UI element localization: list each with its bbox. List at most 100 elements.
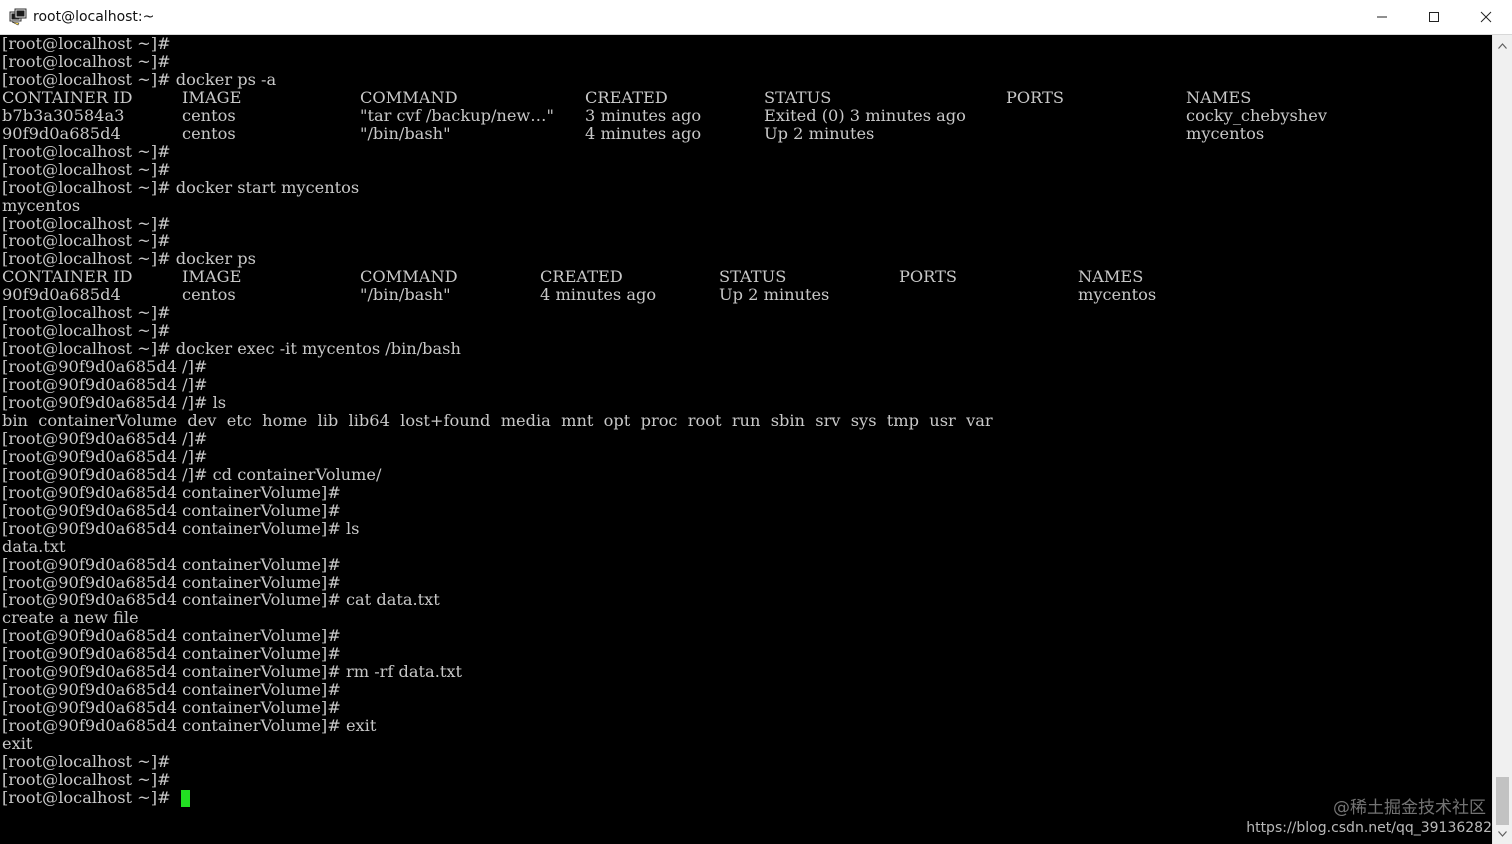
table-cell: STATUS bbox=[764, 87, 832, 107]
title-bar[interactable]: root@localhost:~ bbox=[0, 0, 1512, 35]
table-cell: Exited (0) 3 minutes ago bbox=[764, 105, 966, 125]
terminal-line: mycentos bbox=[2, 195, 1482, 215]
line-text: create a new file bbox=[2, 608, 139, 628]
terminal-line: [root@localhost ~]# bbox=[2, 753, 1482, 771]
line-text: [root@localhost ~]# bbox=[2, 231, 171, 251]
line-text: [root@90f9d0a685d4 containerVolume]# bbox=[2, 482, 341, 502]
window-title: root@localhost:~ bbox=[33, 8, 155, 25]
terminal-line: [root@90f9d0a685d4 /]# bbox=[2, 446, 1482, 466]
line-text: [root@90f9d0a685d4 /]# bbox=[2, 428, 208, 448]
table-cell: "tar cvf /backup/new…" bbox=[360, 105, 554, 125]
terminal-line: [root@localhost ~]# bbox=[2, 232, 1482, 250]
minimize-button[interactable] bbox=[1356, 0, 1408, 34]
table-cell: "/bin/bash" bbox=[360, 123, 451, 143]
line-text: [root@90f9d0a685d4 containerVolume]# cat… bbox=[2, 590, 440, 610]
line-text: [root@localhost ~]# bbox=[2, 769, 171, 789]
table-cell: CREATED bbox=[585, 87, 668, 107]
table-cell: IMAGE bbox=[182, 87, 242, 107]
terminal-line: [root@90f9d0a685d4 containerVolume]# bbox=[2, 645, 1482, 663]
line-text: [root@90f9d0a685d4 containerVolume]# bbox=[2, 680, 341, 700]
table-cell: b7b3a30584a3 bbox=[2, 105, 125, 125]
terminal-line: bin containerVolume dev etc home lib lib… bbox=[2, 410, 1482, 430]
terminal-line: 90f9d0a685d4 centos "/bin/bash" 4 minutes a… bbox=[2, 286, 1482, 304]
terminal-line: data.txt bbox=[2, 537, 1482, 556]
terminal-line: CONTAINER ID IMAGE COMMAND CREATED STATUS POR… bbox=[2, 268, 1482, 286]
terminal-line: [root@90f9d0a685d4 containerVolume]# bbox=[2, 681, 1482, 699]
line-text: [root@90f9d0a685d4 containerVolume]# rm … bbox=[2, 662, 462, 682]
table-cell: CREATED bbox=[540, 267, 623, 287]
line-text: [root@90f9d0a685d4 /]# bbox=[2, 446, 208, 466]
terminal-line: [root@90f9d0a685d4 /]# bbox=[2, 358, 1482, 376]
table-cell: 90f9d0a685d4 bbox=[2, 285, 121, 305]
terminal-line: [root@localhost ~]# docker ps -a bbox=[2, 70, 1482, 89]
vertical-scrollbar[interactable] bbox=[1492, 35, 1512, 844]
close-button[interactable] bbox=[1460, 0, 1512, 34]
table-cell: mycentos bbox=[1186, 123, 1265, 143]
table-cell: centos bbox=[182, 123, 236, 143]
line-text: exit bbox=[2, 734, 33, 754]
terminal-line: [root@localhost ~]# docker ps bbox=[2, 250, 1482, 268]
terminal-line: [root@localhost ~]# bbox=[2, 769, 1482, 789]
terminal-line: [root@localhost ~]# bbox=[2, 51, 1482, 71]
table-cell: 90f9d0a685d4 bbox=[2, 123, 121, 143]
line-text: [root@90f9d0a685d4 /]# bbox=[2, 357, 208, 377]
table-cell: Up 2 minutes bbox=[764, 123, 875, 143]
line-text: mycentos bbox=[2, 195, 81, 215]
table-cell: mycentos bbox=[1078, 285, 1157, 305]
table-cell: COMMAND bbox=[360, 267, 458, 287]
table-cell: cocky_chebyshev bbox=[1186, 105, 1327, 125]
line-text: [root@localhost ~]# bbox=[2, 787, 176, 807]
scroll-down-arrow-icon[interactable] bbox=[1493, 825, 1512, 842]
terminal-line: [root@localhost ~]# bbox=[2, 787, 1482, 807]
terminal-line: [root@90f9d0a685d4 containerVolume]# bbox=[2, 501, 1482, 520]
line-text: [root@90f9d0a685d4 containerVolume]# bbox=[2, 572, 341, 592]
terminal-line: [root@localhost ~]# bbox=[2, 35, 1482, 53]
table-cell: COMMAND bbox=[360, 87, 458, 107]
table-cell: 3 minutes ago bbox=[585, 105, 702, 125]
line-text: [root@90f9d0a685d4 containerVolume]# ls bbox=[2, 518, 360, 538]
line-text: [root@localhost ~]# docker exec -it myce… bbox=[2, 339, 461, 359]
scroll-thumb[interactable] bbox=[1496, 777, 1509, 825]
terminal-line: [root@localhost ~]# bbox=[2, 159, 1482, 179]
watermark-juejin: @稀土掘金技术社区 bbox=[1333, 798, 1486, 818]
line-text: [root@localhost ~]# bbox=[2, 303, 171, 323]
terminal-line: [root@90f9d0a685d4 containerVolume]# bbox=[2, 627, 1482, 645]
table-cell: NAMES bbox=[1186, 87, 1252, 107]
table-cell: "/bin/bash" bbox=[360, 285, 451, 305]
line-text: [root@90f9d0a685d4 containerVolume]# exi… bbox=[2, 716, 377, 736]
terminal-line: [root@90f9d0a685d4 /]# bbox=[2, 428, 1482, 448]
line-text: [root@90f9d0a685d4 containerVolume]# bbox=[2, 698, 341, 718]
scroll-up-arrow-icon[interactable] bbox=[1493, 37, 1512, 54]
table-cell: centos bbox=[182, 105, 236, 125]
table-cell: Up 2 minutes bbox=[719, 285, 830, 305]
line-text: [root@localhost ~]# bbox=[2, 752, 171, 771]
terminal-line: [root@90f9d0a685d4 containerVolume]# exi… bbox=[2, 717, 1482, 735]
maximize-button[interactable] bbox=[1408, 0, 1460, 34]
line-text: [root@localhost ~]# bbox=[2, 159, 171, 179]
table-cell: PORTS bbox=[899, 267, 957, 287]
text-cursor bbox=[181, 789, 190, 807]
watermark-url: https://blog.csdn.net/qq_39136282 bbox=[1246, 820, 1492, 836]
line-text: [root@localhost ~]# bbox=[2, 51, 171, 71]
line-text: [root@localhost ~]# docker start mycento… bbox=[2, 177, 360, 197]
table-cell: CONTAINER ID bbox=[2, 267, 133, 287]
table-cell: PORTS bbox=[1006, 87, 1064, 107]
terminal-output[interactable]: [root@localhost ~]# [root@localhost ~]# [r… bbox=[0, 35, 1493, 844]
terminal-line: exit bbox=[2, 735, 1482, 753]
putty-terminal-icon[interactable] bbox=[9, 8, 27, 26]
line-text: [root@90f9d0a685d4 containerVolume]# bbox=[2, 554, 341, 574]
line-text: [root@localhost ~]# bbox=[2, 141, 171, 161]
putty-window: root@localhost:~ [root@localhost ~]# [roo… bbox=[0, 0, 1512, 844]
terminal-line: [root@90f9d0a685d4 containerVolume]# rm … bbox=[2, 663, 1482, 681]
terminal-line: [root@90f9d0a685d4 containerVolume]# bbox=[2, 482, 1482, 502]
table-cell: 4 minutes ago bbox=[585, 123, 702, 143]
terminal-line: [root@90f9d0a685d4 /]# ls bbox=[2, 394, 1482, 412]
terminal-line: [root@localhost ~]# bbox=[2, 214, 1482, 233]
terminal-line: [root@90f9d0a685d4 /]# cd containerVolum… bbox=[2, 465, 1482, 484]
terminal-line: 90f9d0a685d4 centos "/bin/bash" 4 minutes a… bbox=[2, 123, 1482, 143]
line-text: [root@localhost ~]# bbox=[2, 35, 171, 53]
terminal-line: [root@90f9d0a685d4 containerVolume]# bbox=[2, 699, 1482, 717]
line-text: bin containerVolume dev etc home lib lib… bbox=[2, 410, 993, 430]
terminal-line: [root@localhost ~]# bbox=[2, 322, 1482, 340]
table-cell: 4 minutes ago bbox=[540, 285, 657, 305]
